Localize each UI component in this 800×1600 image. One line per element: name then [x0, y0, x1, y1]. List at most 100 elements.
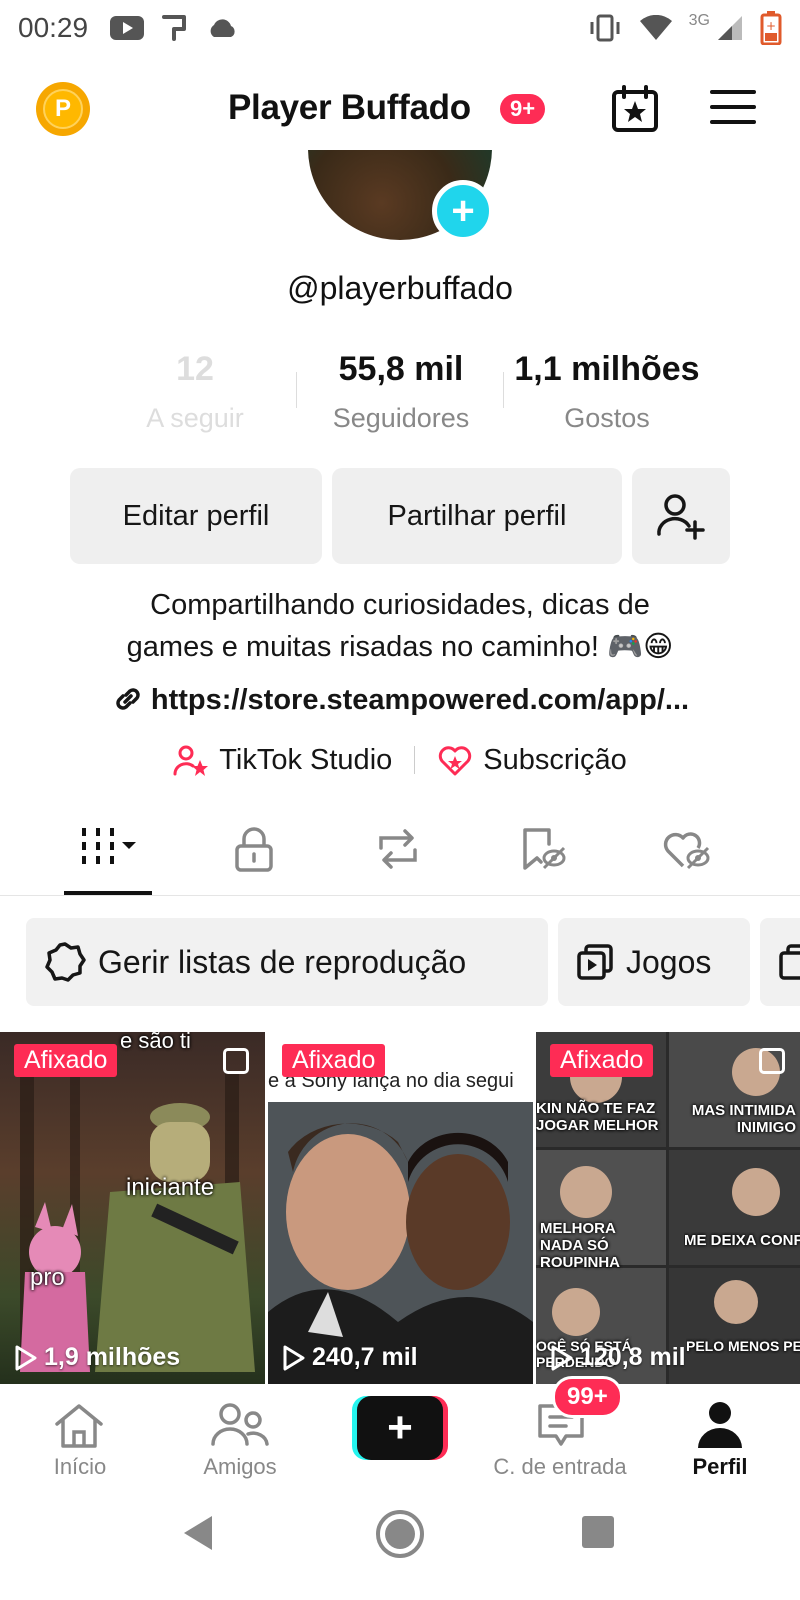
video-caption: pro [30, 1264, 65, 1291]
tab-videos[interactable] [58, 812, 158, 896]
nav-profile[interactable]: Perfil [640, 1384, 800, 1496]
page-title[interactable]: Player Buffado [228, 88, 471, 128]
active-tab-indicator [64, 891, 152, 895]
home-button-icon[interactable] [374, 1508, 426, 1560]
username: @playerbuffado [287, 270, 513, 306]
playlist-icon [779, 944, 800, 980]
inbox-badge: 99+ [552, 1376, 623, 1418]
view-count-text: 120,8 mil [580, 1343, 686, 1371]
app-notification-icon [162, 15, 187, 41]
nav-home[interactable]: Início [0, 1384, 160, 1496]
tab-reposts[interactable] [348, 812, 448, 896]
coin-icon: P [43, 89, 83, 129]
plus-icon: + [357, 1396, 443, 1460]
friends-icon [211, 1403, 269, 1446]
thumbnail-art [20, 1072, 255, 1372]
subscription-link[interactable]: Subscrição [483, 744, 626, 777]
nav-profile-label: Perfil [692, 1454, 748, 1479]
video-thumbnail[interactable]: e a Sony lança no dia segui Afixado 240,… [268, 1032, 533, 1384]
battery-icon: + [760, 11, 782, 45]
share-profile-button[interactable]: Partilhar perfil [332, 468, 622, 564]
view-count: 240,7 mil [282, 1343, 418, 1372]
pinned-badge: Afixado [14, 1044, 118, 1077]
following-label: A seguir [146, 403, 244, 433]
back-icon[interactable] [180, 1514, 216, 1552]
video-grid-icon [82, 828, 136, 864]
signal-icon [718, 16, 742, 40]
following-count: 12 [176, 350, 214, 388]
vibrate-icon [590, 14, 620, 42]
followers-label: Seguidores [332, 403, 470, 433]
add-avatar-icon[interactable]: + [432, 180, 494, 242]
thumbnail-art [536, 1032, 800, 1384]
add-person-icon [657, 494, 705, 540]
play-icon [15, 1345, 37, 1370]
tab-private[interactable] [204, 812, 304, 896]
link-text: https://store.steampowered.com/app/... [150, 684, 690, 716]
likes-stat[interactable]: 1,1 milhões Gostos [502, 350, 712, 434]
followers-stat[interactable]: 55,8 mil Seguidores [296, 350, 506, 434]
profile-stats: 12 A seguir 55,8 mil Seguidores 1,1 milh… [0, 350, 800, 440]
repost-icon [379, 829, 417, 869]
nav-friends-label: Amigos [203, 1454, 277, 1479]
status-time: 00:29 [18, 12, 89, 43]
home-icon [55, 1404, 103, 1448]
pinned-badge: Afixado [282, 1044, 386, 1077]
profile-icon [698, 1402, 742, 1448]
likes-label: Gostos [564, 403, 650, 433]
video-caption: MELHORA NADA SÓ ROUPINHA [540, 1220, 621, 1271]
gear-icon [45, 942, 86, 982]
coins-button[interactable]: P [36, 82, 90, 136]
svg-text:+: + [766, 19, 776, 33]
add-friend-button[interactable] [632, 468, 730, 564]
tiktok-studio-link[interactable]: TikTok Studio [219, 744, 392, 777]
playlist-more[interactable] [760, 918, 800, 1006]
play-icon [283, 1345, 305, 1370]
following-stat[interactable]: 12 A seguir [90, 350, 300, 434]
bottom-navigation: Início Amigos + C. de entrada 99+ Perfil [0, 1376, 800, 1496]
create-button[interactable]: + [352, 1396, 448, 1460]
calendar-star-icon[interactable] [610, 84, 660, 134]
menu-button[interactable] [710, 90, 756, 130]
profile-link[interactable]: https://store.steampowered.com/app/... [0, 684, 800, 717]
pinned-badge: Afixado [550, 1044, 654, 1077]
playlist-games-label: Jogos [626, 943, 712, 980]
playlist-games[interactable]: Jogos [558, 918, 750, 1006]
tab-liked[interactable] [636, 812, 736, 896]
bio-line: Compartilhando curiosidades, dicas de [150, 589, 650, 621]
video-caption: PELO MENOS PE COM ESTILO [686, 1338, 800, 1354]
playlist-icon [577, 944, 613, 980]
system-navigation [0, 1500, 800, 1600]
tab-favorites[interactable] [492, 812, 592, 896]
profile-header: P Player Buffado 9+ [0, 76, 800, 146]
studio-person-star-icon [173, 745, 209, 776]
network-type: 3G [688, 12, 710, 29]
youtube-icon [110, 16, 145, 40]
photo-mode-icon [223, 1048, 249, 1074]
profile-bio: Compartilhando curiosidades, dicas de ga… [0, 584, 800, 668]
video-caption: KIN NÃO TE FAZ JOGAR MELHOR [536, 1100, 659, 1134]
subscription-heart-icon [439, 746, 472, 776]
playlists-row: Gerir listas de reprodução Jogos [26, 918, 800, 1008]
nav-home-label: Início [53, 1454, 107, 1479]
link-icon [116, 688, 140, 710]
creator-tools-row: TikTok Studio Subscrição [0, 742, 800, 778]
cloud-icon [210, 19, 235, 37]
video-thumbnail[interactable]: KIN NÃO TE FAZ JOGAR MELHOR MAS INTIMIDA… [536, 1032, 800, 1384]
nav-friends[interactable]: Amigos [160, 1384, 320, 1496]
likes-count: 1,1 milhões [514, 350, 700, 388]
notification-badge[interactable]: 9+ [500, 94, 546, 124]
play-icon [551, 1345, 573, 1370]
edit-profile-button[interactable]: Editar perfil [70, 468, 322, 564]
video-grid: iniciante pro e são ti Afixado 1,9 milhõ… [0, 1032, 800, 1384]
view-count: 1,9 milhões [14, 1343, 180, 1372]
manage-playlists-button[interactable]: Gerir listas de reprodução [26, 918, 548, 1006]
heart-hidden-icon [663, 832, 710, 870]
lock-icon [235, 827, 273, 872]
manage-playlists-label: Gerir listas de reprodução [98, 943, 467, 980]
bookmark-hidden-icon [523, 828, 566, 870]
video-caption: ME DEIXA CONFI [684, 1232, 800, 1249]
recents-icon[interactable] [580, 1514, 616, 1550]
bio-line: games e muitas risadas no caminho! 🎮😁 [126, 631, 674, 663]
video-thumbnail[interactable]: iniciante pro e são ti Afixado 1,9 milhõ… [0, 1032, 265, 1384]
